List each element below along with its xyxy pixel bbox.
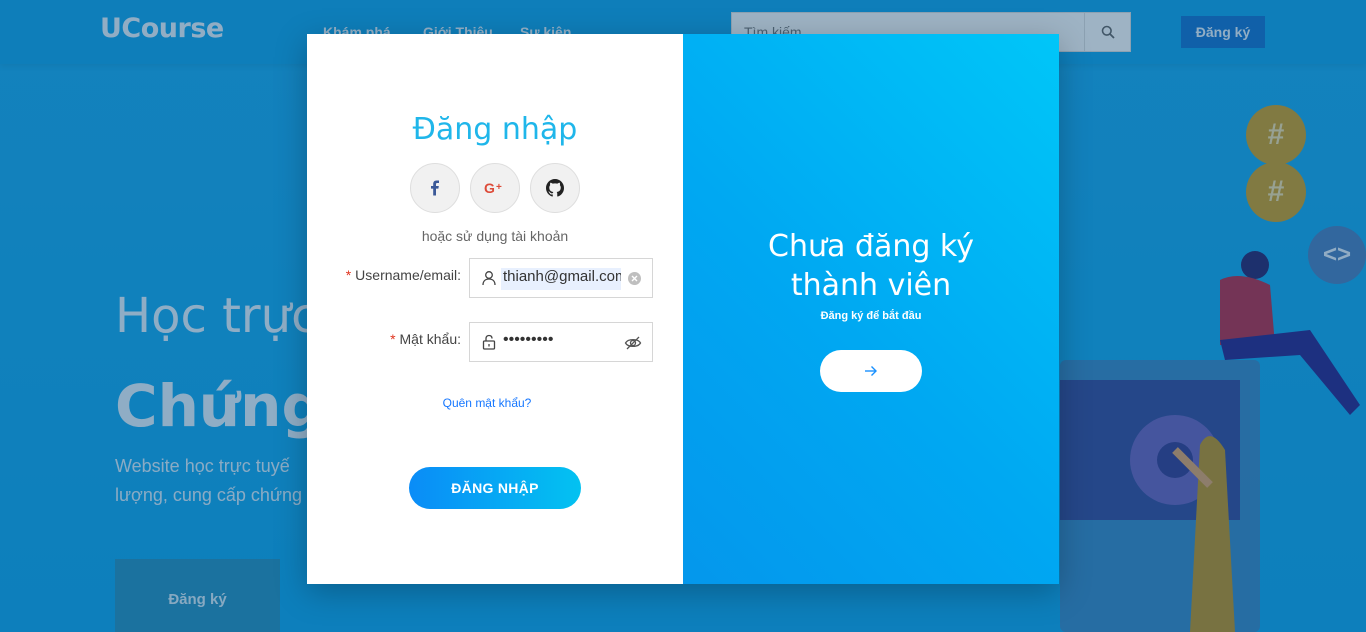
signup-title: Chưa đăng ký thành viên: [683, 227, 1059, 305]
unlock-icon: [482, 334, 496, 350]
alt-login-text: hoặc sử dụng tài khoản: [421, 228, 569, 244]
username-label: * Username/email:: [346, 267, 461, 283]
google-login-button[interactable]: G +: [470, 163, 520, 213]
signup-button[interactable]: [820, 350, 922, 392]
username-field[interactable]: thianh@gmail.com: [469, 258, 653, 298]
github-login-button[interactable]: [530, 163, 580, 213]
signup-title-line2: thành viên: [790, 268, 952, 303]
signup-title-line1: Chưa đăng ký: [768, 229, 974, 264]
password-field[interactable]: •••••••••: [469, 322, 653, 362]
required-mark: *: [345, 267, 352, 283]
facebook-icon: [431, 180, 439, 196]
arrow-right-icon: [865, 366, 877, 376]
username-label-text: Username/email: [355, 267, 458, 283]
password-label-text: Mật khẩu: [399, 331, 458, 347]
user-icon: [482, 271, 496, 286]
svg-text:G: G: [484, 181, 495, 195]
label-colon: :: [457, 267, 461, 283]
login-submit-button[interactable]: ĐĂNG NHẬP: [409, 467, 581, 509]
password-label: * Mật khẩu:: [390, 331, 461, 347]
username-input[interactable]: thianh@gmail.com: [501, 268, 621, 290]
required-mark: *: [390, 331, 396, 347]
signup-panel: Chưa đăng ký thành viên Đăng ký để bắt đ…: [683, 34, 1059, 584]
google-plus-icon: G +: [484, 181, 502, 195]
password-input[interactable]: •••••••••: [501, 331, 621, 353]
login-panel: Đăng nhập G + hoặc sử dụng tài khoản * Use…: [307, 34, 683, 584]
forgot-password-link[interactable]: Quên mật khẩu?: [307, 396, 667, 410]
github-icon: [546, 179, 564, 197]
clear-input-icon[interactable]: [628, 272, 641, 285]
login-title: Đăng nhập: [412, 112, 578, 147]
eye-invisible-icon[interactable]: [624, 334, 642, 352]
auth-modal: Đăng nhập G + hoặc sử dụng tài khoản * Use…: [307, 34, 1059, 584]
svg-text:+: +: [496, 182, 502, 193]
label-colon: :: [457, 331, 461, 347]
facebook-login-button[interactable]: [410, 163, 460, 213]
signup-subtitle: Đăng ký để bắt đầu: [820, 310, 922, 322]
